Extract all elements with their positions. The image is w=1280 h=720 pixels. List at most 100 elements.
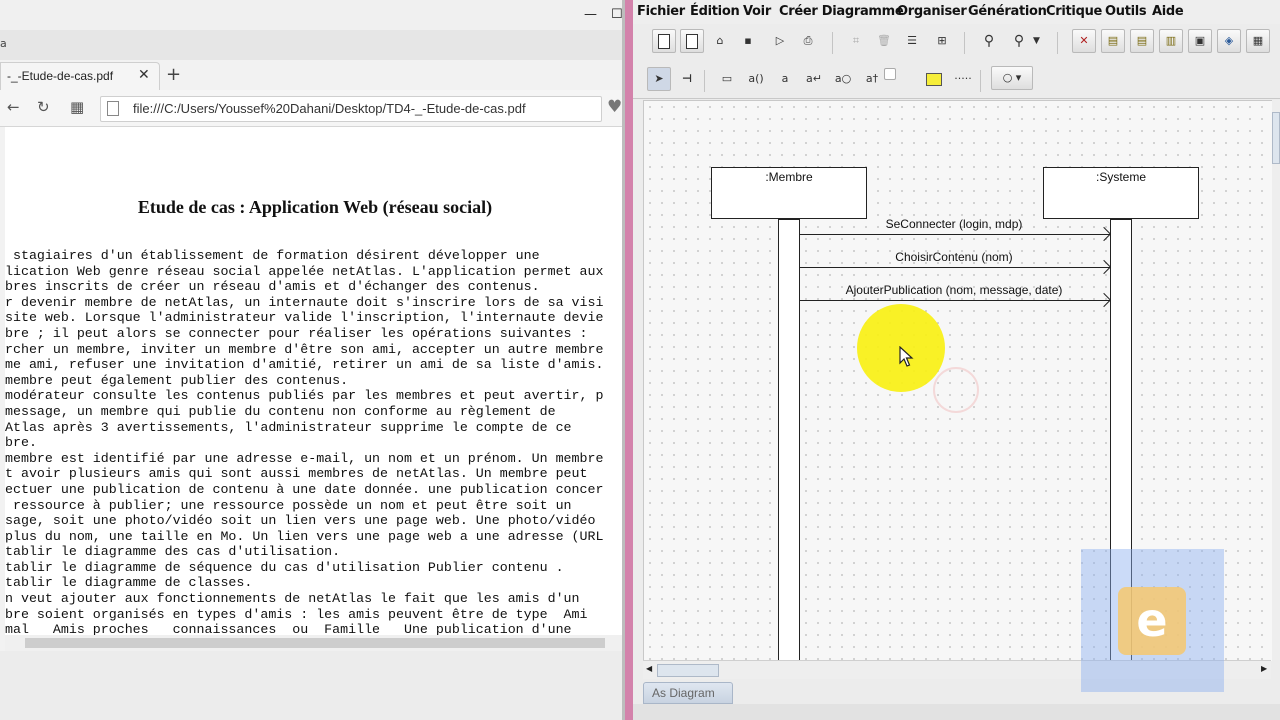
- diagram-deployment-icon[interactable]: ▦: [1246, 29, 1270, 53]
- url-text[interactable]: file:///C:/Users/Youssef%20Dahani/Deskto…: [133, 101, 526, 116]
- pdf-text-line: membre peut également publier des conten…: [5, 372, 349, 388]
- new-tab-button[interactable]: +: [166, 64, 181, 85]
- return-message-icon[interactable]: a↵: [802, 67, 826, 91]
- menu-aide[interactable]: Aide: [1152, 4, 1184, 19]
- heart-icon[interactable]: ♥: [607, 97, 622, 117]
- back-icon[interactable]: ←: [7, 98, 20, 116]
- pdf-text-line: t avoir plusieurs amis qui sont aussi me…: [5, 466, 588, 482]
- menu-edition[interactable]: Édition: [690, 4, 740, 19]
- pdf-text-line: lication Web genre réseau social appelée…: [5, 263, 604, 279]
- arrowhead-icon: [1096, 259, 1112, 275]
- scroll-right-icon[interactable]: ▶: [1261, 664, 1267, 673]
- zoom-dropdown-icon[interactable]: ▼: [1033, 36, 1040, 46]
- pdf-text-line: membre est identifié par une adresse e-m…: [5, 450, 604, 466]
- vertical-scroll-thumb[interactable]: [1272, 112, 1280, 164]
- browser-title-bar: [0, 0, 625, 30]
- menu-outils[interactable]: Outils: [1105, 4, 1147, 19]
- pdf-text-line: plus du nom, une taille en Mo. Un lien v…: [5, 528, 604, 544]
- activation-bar-membre[interactable]: [778, 219, 800, 661]
- menu-critique[interactable]: Critique: [1046, 4, 1102, 19]
- menu-creer-diagramme[interactable]: Créer Diagramme: [779, 4, 904, 19]
- pdf-text-line: bre.: [5, 435, 37, 451]
- message-arrow[interactable]: [800, 300, 1110, 301]
- object-tool-icon[interactable]: ▭: [715, 67, 739, 91]
- menu-bar: Fichier Édition Voir Créer Diagramme Org…: [633, 0, 1280, 24]
- menu-generation[interactable]: Génération: [968, 4, 1047, 19]
- message-label[interactable]: SeConnecter (login, mdp): [854, 217, 1054, 231]
- arrowhead-icon: [1096, 292, 1112, 308]
- apps-icon[interactable]: ▦: [70, 98, 84, 116]
- pdf-text-line: mal Amis proches connaissances ou Famill…: [5, 622, 572, 635]
- toolbar-separator: [964, 32, 965, 54]
- save-icon[interactable]: ▪: [736, 29, 760, 53]
- message-arrow[interactable]: [800, 234, 1110, 235]
- pdf-text-line: ressource à publier; une ressource possè…: [5, 497, 572, 513]
- message-label[interactable]: AjouterPublication (nom, message, date): [834, 283, 1074, 297]
- pdf-text-line: Atlas après 3 avertissements, l'administ…: [5, 419, 572, 435]
- message-label[interactable]: ChoisirContenu (nom): [854, 250, 1054, 264]
- toolbar-separator: [1057, 32, 1058, 54]
- diagram-activity-icon[interactable]: ◈: [1217, 29, 1241, 53]
- previous-tab-fragment[interactable]: a: [0, 33, 12, 55]
- export-icon[interactable]: ▷: [768, 29, 792, 53]
- maximize-button[interactable]: ☐: [611, 8, 623, 22]
- print-icon[interactable]: ⎙: [796, 29, 820, 53]
- pdf-text-line: r devenir membre de netAtlas, un interna…: [5, 294, 604, 310]
- close-tab-icon[interactable]: ✕: [138, 67, 150, 83]
- pdf-text-line: modérateur consulte les contenus publiés…: [5, 388, 604, 404]
- lifeline-membre[interactable]: :Membre: [711, 167, 867, 219]
- call-message-icon[interactable]: a(): [744, 67, 768, 91]
- select-arrow-icon[interactable]: ➤: [647, 67, 671, 91]
- pdf-scroll-thumb[interactable]: [25, 638, 605, 648]
- window-border: [625, 0, 633, 720]
- lifeline-systeme[interactable]: :Systeme: [1043, 167, 1199, 219]
- minimize-button[interactable]: —: [584, 8, 597, 22]
- pdf-text-line: sage, soit une photo/vidéo soit un lien …: [5, 513, 596, 529]
- toolbar-separator: [704, 70, 705, 92]
- pdf-viewer[interactable]: Etude de cas : Application Web (réseau s…: [5, 127, 625, 635]
- pdf-text-line: n veut ajouter aux fonctionnements de ne…: [5, 591, 580, 607]
- diagram-state-icon[interactable]: ▣: [1188, 29, 1212, 53]
- destroy-message-icon[interactable]: a†: [860, 67, 884, 91]
- new-file-icon[interactable]: [652, 29, 676, 53]
- horizontal-scroll-thumb[interactable]: [657, 664, 719, 677]
- menu-organiser[interactable]: Organiser: [897, 4, 967, 19]
- find-icon[interactable]: ⚲: [977, 29, 1001, 53]
- scroll-left-icon[interactable]: ◀: [646, 664, 652, 673]
- send-message-icon[interactable]: a: [773, 67, 797, 91]
- pdf-text-line: bre ; il peut alors se connecter pour ré…: [5, 325, 588, 341]
- shape-dropdown[interactable]: ○ ▾: [991, 66, 1033, 90]
- diagram-tab-label: As Diagram: [652, 686, 715, 700]
- note-link-icon[interactable]: ·····: [951, 67, 975, 91]
- reload-icon[interactable]: ↻: [37, 98, 50, 116]
- diagram-sequence-icon[interactable]: ▤: [1130, 29, 1154, 53]
- note-tool-icon[interactable]: [922, 67, 946, 91]
- message-arrow[interactable]: [800, 267, 1110, 268]
- lifeline-tool-icon[interactable]: ⊣: [675, 67, 699, 91]
- diagram-collaboration-icon[interactable]: ▥: [1159, 29, 1183, 53]
- new-package-icon[interactable]: [680, 29, 704, 53]
- address-bar[interactable]: file:///C:/Users/Youssef%20Dahani/Deskto…: [100, 96, 602, 122]
- tab-pdf[interactable]: -_-Etude-de-cas.pdf ✕: [0, 62, 160, 91]
- menu-voir[interactable]: Voir: [743, 4, 771, 19]
- pdf-text-line: bres inscrits de créer un réseau d'amis …: [5, 279, 540, 295]
- distribute-icon[interactable]: ⊞: [930, 29, 954, 53]
- zoom-icon[interactable]: ⚲: [1007, 29, 1031, 53]
- page-icon: [107, 101, 119, 116]
- pdf-horizontal-scrollbar[interactable]: [5, 635, 625, 651]
- menu-fichier[interactable]: Fichier: [637, 4, 685, 19]
- create-message-icon[interactable]: a○: [831, 67, 855, 91]
- pdf-text-line: site web. Lorsque l'administrateur valid…: [5, 310, 604, 326]
- delete-icon[interactable]: 🗑: [872, 29, 896, 53]
- select-all-icon[interactable]: ⌗: [844, 29, 868, 53]
- align-icon[interactable]: ☰: [900, 29, 924, 53]
- toolbar-separator: [832, 32, 833, 54]
- pdf-text-line: tablir le diagramme des cas d'utilisatio…: [5, 544, 341, 560]
- checkbox-icon[interactable]: [884, 68, 896, 80]
- tab-as-diagram[interactable]: As Diagram: [643, 682, 733, 704]
- diagram-usecase-icon[interactable]: ✕: [1072, 29, 1096, 53]
- open-icon[interactable]: ⌂: [708, 29, 732, 53]
- pdf-text-line: me ami, refuser une invitation d'amitié,…: [5, 357, 604, 373]
- diagram-class-icon[interactable]: ▤: [1101, 29, 1125, 53]
- canvas-vertical-scrollbar[interactable]: [1272, 100, 1280, 660]
